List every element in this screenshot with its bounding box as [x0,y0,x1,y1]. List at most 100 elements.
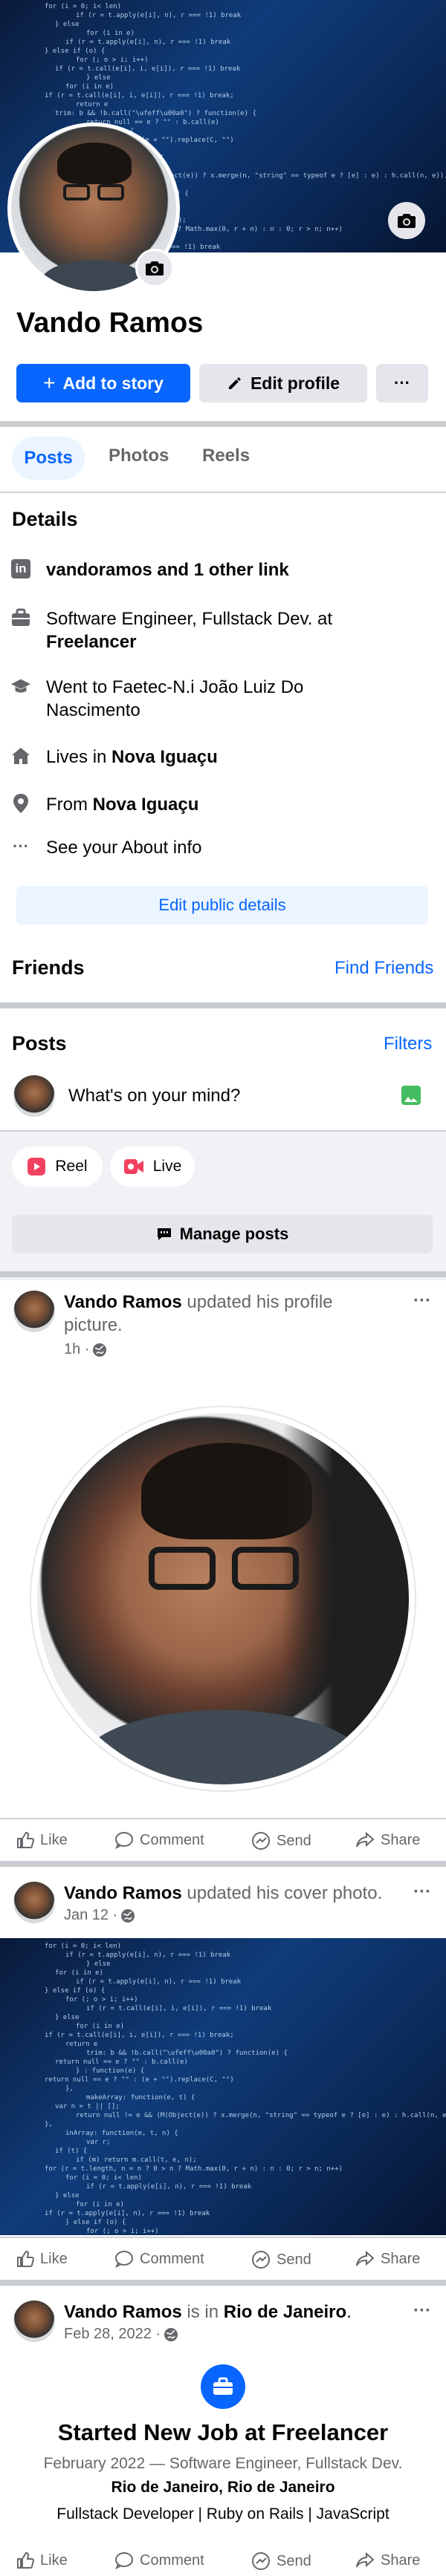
code-text: } else if (o) { [65,2219,126,2226]
post-options-button[interactable]: ··· [413,1291,431,1311]
messenger-icon [252,1832,270,1850]
code-text: var n = t || []; [55,2103,120,2110]
share-button[interactable]: Share [355,2250,420,2268]
reel-button[interactable]: Reel [12,1147,103,1187]
live-button[interactable]: Live [110,1147,195,1187]
tab-reels[interactable]: Reels [202,446,250,466]
divider [0,2280,446,2286]
code-text: if (m) return m.call(t, e, n); [76,2156,197,2164]
post-profile-picture[interactable] [31,1407,415,1790]
add-to-story-button[interactable]: + Add to story [16,364,190,402]
post-author-avatar[interactable] [13,1882,55,1923]
live-icon [123,1159,143,1174]
tab-posts[interactable]: Posts [12,437,85,480]
code-text: makeArray: function(e, t) { [86,2094,195,2101]
globe-icon [164,2327,178,2341]
post-cover-image[interactable]: for (i = 0; i< len) if (r = t.apply(e[i],… [0,1938,446,2235]
code-text: if (t) { [55,2148,88,2155]
graduation-cap-icon [10,676,31,697]
post-place[interactable]: Rio de Janeiro [224,2302,346,2322]
code-text: return null == e ? "" : b.call(e) [55,2058,188,2066]
post-time: Feb 28, 2022 · [64,2326,178,2343]
home-icon [10,746,31,766]
code-text: }, [45,2121,53,2128]
edit-public-details-button[interactable]: Edit public details [16,886,428,925]
thumbs-up-icon [17,2551,34,2569]
share-icon [356,2250,375,2266]
code-text: return null != e && (M(Object(e)) ? x.me… [76,2112,446,2119]
messenger-icon [252,2552,270,2570]
briefcase-icon [10,607,31,628]
code-text: for (i in e) [76,2023,125,2030]
globe-icon [93,1343,107,1357]
code-text: if (r = t.apply(e[i], n), r === !1) brea… [65,39,231,46]
post-header-text: Vando Ramos updated his cover photo. [64,1883,383,1903]
composer-input[interactable]: What's on your mind? [68,1086,240,1106]
like-button[interactable]: Like [16,2250,68,2268]
comment-button[interactable]: Comment [114,2250,204,2268]
code-text: if (r = t.call(e[i], i, e[i]), r === !1)… [45,92,234,100]
send-button[interactable]: Send [251,2250,311,2269]
composer-avatar[interactable] [13,1075,55,1117]
post-author-name[interactable]: Vando Ramos [64,2302,182,2322]
location-pin-icon [10,793,31,814]
post-actions-divider [0,2237,446,2238]
comment-button[interactable]: Comment [114,2551,204,2569]
code-text: if (r = t.apply(e[i], n), r === !1) brea… [76,12,242,19]
tab-photos[interactable]: Photos [109,446,169,466]
send-button[interactable]: Send [251,2551,311,2571]
code-text: } else [55,2192,80,2200]
post-author-name[interactable]: Vando Ramos [64,1883,182,1903]
code-text: } else [55,21,80,28]
more-options-button[interactable]: ··· [376,364,428,402]
photo-icon[interactable] [401,1086,421,1105]
share-button[interactable]: Share [355,2551,420,2569]
plus-icon: + [43,371,56,394]
find-friends-link[interactable]: Find Friends [334,958,433,979]
linkedin-icon: in [10,558,31,579]
event-subtitle: February 2022 — Software Engineer, Fulls… [43,2455,403,2472]
like-button[interactable]: Like [16,1831,68,1849]
comment-button[interactable]: Comment [114,1831,204,1849]
like-button[interactable]: Like [16,2551,68,2569]
edit-profile-button[interactable]: Edit profile [199,364,367,402]
code-text: } else [55,2014,80,2021]
code-text: if (r = t.call(e[i], i, e[i]), r === !1)… [55,65,241,73]
code-text: if (r = t.apply(e[i], n), r === !1) brea… [86,2183,252,2191]
code-text: return e [76,101,109,108]
post-options-button[interactable]: ··· [413,1882,431,1902]
comment-icon [115,1832,133,1849]
post-author-avatar[interactable] [13,2301,55,2342]
filters-link[interactable]: Filters [384,1034,432,1054]
code-text: for (i = 0; i< len) [65,2174,142,2182]
avatar-camera-button[interactable] [135,249,174,287]
code-text: for (; o > i; i++) [86,2228,159,2235]
thumbs-up-icon [17,1831,34,1848]
thumbs-up-icon [17,2250,34,2267]
messenger-icon [252,2251,270,2269]
share-icon [356,2551,375,2568]
posts-heading: Posts [12,1032,67,1054]
more-dots-icon: ··· [13,837,29,855]
code-text: return e [65,2041,98,2048]
code-text: for (i in e) [86,30,135,37]
code-text: for (i = 0; i< len) [45,3,121,10]
code-text: if (r = t.apply(e[i], n), r === !1) brea… [76,1978,242,1986]
manage-posts-button[interactable]: Manage posts [12,1215,433,1253]
friends-heading: Friends [12,956,85,979]
post-author-name[interactable]: Vando Ramos [64,1292,182,1312]
code-text: for (r = t.length, n = n ? 0 > n ? Math.… [45,2165,343,2173]
share-button[interactable]: Share [355,1831,420,1849]
globe-icon [121,1908,135,1923]
code-text: }, [65,2085,74,2093]
code-text: } else [86,74,111,82]
post-author-avatar[interactable] [13,1291,55,1332]
code-text: var r; [86,2139,111,2146]
divider [0,1002,446,1008]
cover-camera-button[interactable] [388,202,425,239]
code-text: if (r = t.call(e[i], i, e[i]), r === !1)… [45,2032,234,2039]
event-place: Rio de Janeiro, Rio de Janeiro [111,2479,335,2496]
send-button[interactable]: Send [251,1831,311,1851]
code-text: } : function(e) { [76,2067,145,2075]
post-options-button[interactable]: ··· [413,2301,431,2321]
